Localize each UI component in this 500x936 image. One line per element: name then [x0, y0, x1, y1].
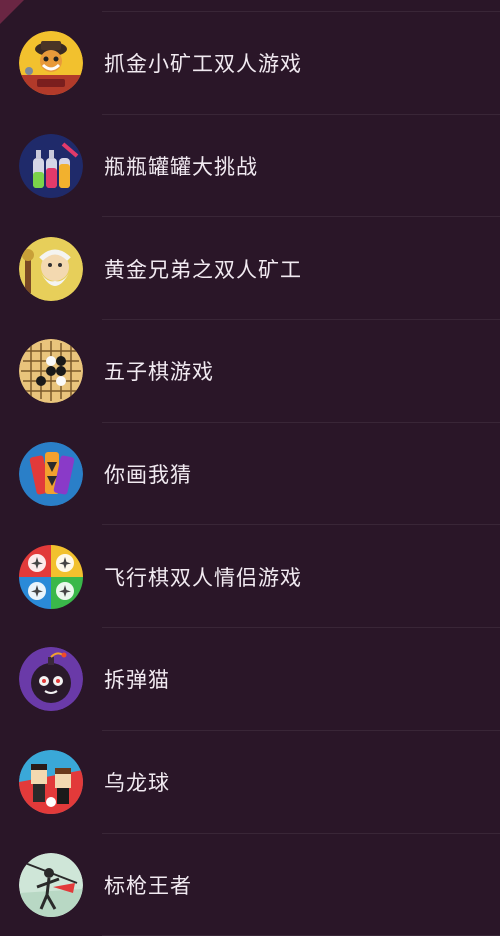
- game-item-gold-miner[interactable]: 抓金小矿工双人游戏: [0, 12, 500, 115]
- game-title: 拆弹猫: [104, 664, 170, 694]
- game-item-bottles[interactable]: 瓶瓶罐罐大挑战: [0, 115, 500, 218]
- game-title: 五子棋游戏: [104, 356, 214, 386]
- gomoku-board-icon: [19, 339, 83, 403]
- game-item-gold-brothers[interactable]: 黄金兄弟之双人矿工: [0, 217, 500, 320]
- game-item-oolong-ball[interactable]: 乌龙球: [0, 731, 500, 834]
- draw-guess-icon: [19, 442, 83, 506]
- soccer-players-icon: [19, 750, 83, 814]
- game-title: 你画我猜: [104, 459, 192, 489]
- game-title: 飞行棋双人情侣游戏: [104, 562, 302, 592]
- bottles-icon: [19, 134, 83, 198]
- game-title: 标枪王者: [104, 870, 192, 900]
- game-list: 抓金小矿工双人游戏 瓶瓶罐罐大挑战: [0, 12, 500, 936]
- game-title: 抓金小矿工双人游戏: [104, 48, 302, 78]
- ludo-planes-icon: [19, 545, 83, 609]
- game-title: 乌龙球: [104, 767, 170, 797]
- bomb-cat-icon: [19, 647, 83, 711]
- javelin-thrower-icon: [19, 853, 83, 917]
- gold-miner-icon: [19, 31, 83, 95]
- game-item-gomoku[interactable]: 五子棋游戏: [0, 320, 500, 423]
- game-item-draw-guess[interactable]: 你画我猜: [0, 423, 500, 526]
- game-item-ludo[interactable]: 飞行棋双人情侣游戏: [0, 525, 500, 628]
- game-item-javelin-king[interactable]: 标枪王者: [0, 834, 500, 936]
- game-title: 黄金兄弟之双人矿工: [104, 254, 302, 284]
- game-title: 瓶瓶罐罐大挑战: [104, 151, 258, 181]
- old-miner-icon: [19, 237, 83, 301]
- game-item-bomb-cat[interactable]: 拆弹猫: [0, 628, 500, 731]
